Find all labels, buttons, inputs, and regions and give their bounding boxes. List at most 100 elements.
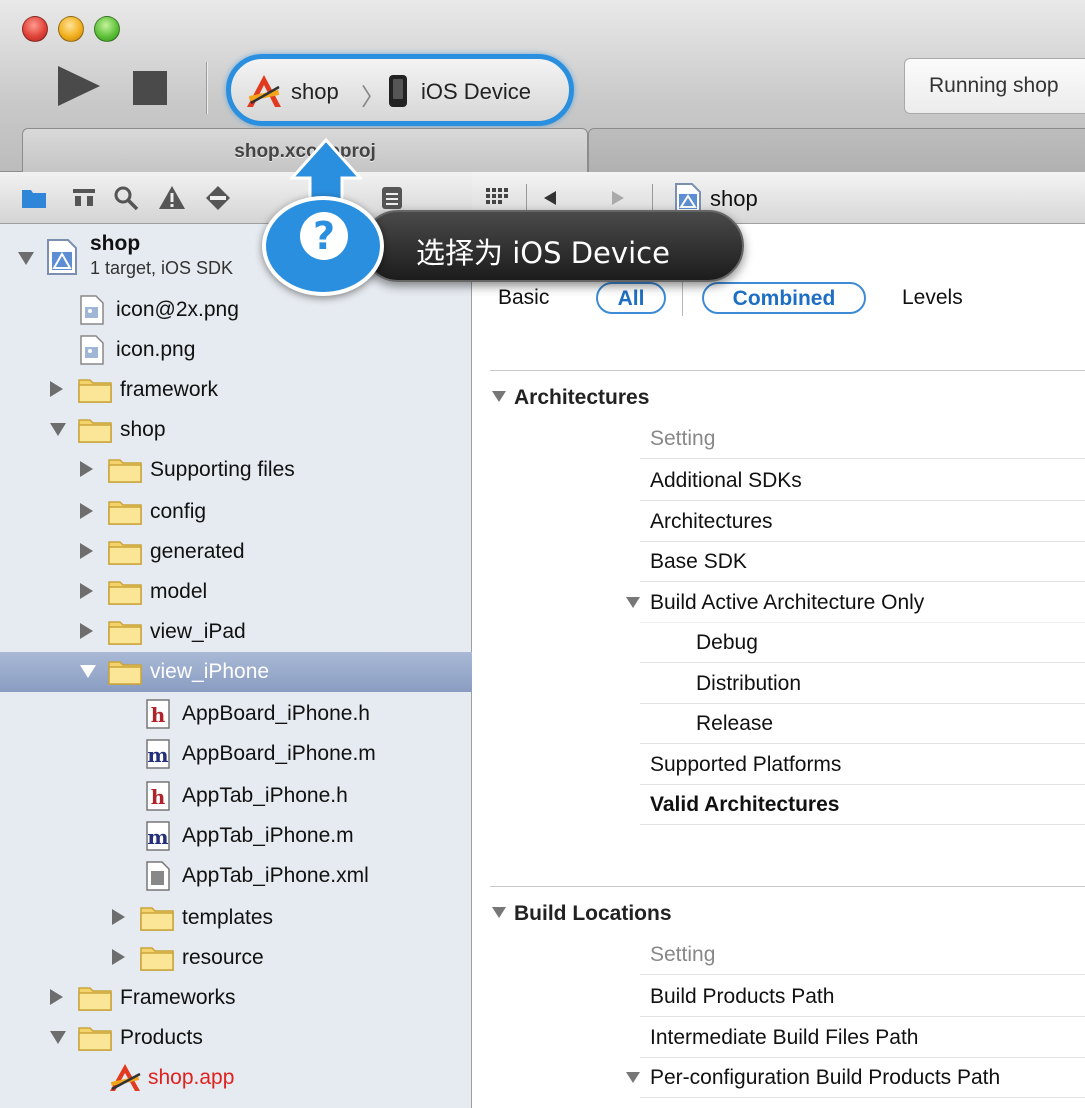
folder-navigator-icon[interactable] xyxy=(20,184,48,212)
iphone-device-icon xyxy=(389,75,407,107)
setting-row[interactable]: Base SDK xyxy=(640,541,1085,582)
tree-item[interactable]: AppTab_iPhone.xml xyxy=(0,856,472,896)
folder-icon xyxy=(108,459,142,483)
issue-navigator-icon[interactable] xyxy=(158,184,186,212)
setting-row[interactable]: Supported Platforms xyxy=(640,744,1085,785)
tree-item-label: view_iPhone xyxy=(150,660,270,683)
tree-item[interactable]: framework xyxy=(0,370,472,410)
disclosure-closed-icon[interactable] xyxy=(80,623,93,639)
setting-row[interactable]: Build Active Architecture Only xyxy=(626,582,1085,623)
jump-bar-separator xyxy=(526,184,527,212)
breakpoint-navigator-icon[interactable] xyxy=(204,184,232,212)
tree-item[interactable]: shop.app xyxy=(0,1058,472,1098)
disclosure-closed-icon[interactable] xyxy=(50,381,63,397)
disclosure-open-icon[interactable] xyxy=(626,1072,640,1083)
section-header[interactable]: Build Locations xyxy=(492,902,672,926)
jump-bar-project[interactable]: shop xyxy=(710,186,758,212)
forward-arrow-icon[interactable] xyxy=(612,191,624,205)
disclosure-closed-icon[interactable] xyxy=(50,989,63,1005)
scheme-selector[interactable]: shop 〉 iOS Device xyxy=(226,54,574,126)
filter-basic-button[interactable]: Basic xyxy=(498,282,549,314)
tree-item[interactable]: shop xyxy=(0,410,472,450)
filter-levels-button[interactable]: Levels xyxy=(902,282,963,314)
disclosure-open-icon[interactable] xyxy=(80,665,96,678)
setting-row[interactable]: Build Products Path xyxy=(640,976,1085,1017)
tree-item[interactable]: resource xyxy=(0,938,472,978)
tree-item[interactable]: icon@2x.png xyxy=(0,290,472,330)
tree-item[interactable]: generated xyxy=(0,532,472,572)
disclosure-closed-icon[interactable] xyxy=(80,543,93,559)
header-file-icon: h xyxy=(146,699,170,729)
section-header[interactable]: Architectures xyxy=(492,386,649,410)
setting-row[interactable]: Distribution xyxy=(640,663,1085,704)
app-product-icon xyxy=(110,1064,141,1091)
disclosure-open-icon[interactable] xyxy=(492,907,506,918)
disclosure-closed-icon[interactable] xyxy=(80,583,93,599)
tree-item[interactable]: m AppBoard_iPhone.m xyxy=(0,734,472,774)
filter-combined-button[interactable]: Combined xyxy=(702,282,866,314)
tree-item[interactable]: h AppTab_iPhone.h xyxy=(0,776,472,816)
related-items-icon[interactable] xyxy=(486,188,508,204)
disclosure-closed-icon[interactable] xyxy=(112,909,125,925)
tree-item-label: Products xyxy=(120,1026,203,1049)
tree-item[interactable]: templates xyxy=(0,898,472,938)
search-icon[interactable] xyxy=(112,184,140,212)
setting-row[interactable]: Intermediate Build Files Path xyxy=(640,1017,1085,1058)
section-title: Build Locations xyxy=(514,902,672,925)
build-settings-editor: shop Basic All Combined Levels Architect… xyxy=(472,172,1085,1108)
setting-row[interactable]: Valid Architectures xyxy=(640,784,1085,825)
help-callout: 选择为 iOS Device xyxy=(362,210,744,282)
disclosure-open-icon[interactable] xyxy=(18,252,34,265)
setting-row[interactable]: Debug xyxy=(640,622,1085,663)
tab-bar: shop.xcodeproj xyxy=(0,122,1085,174)
disclosure-closed-icon[interactable] xyxy=(80,461,93,477)
tree-item[interactable]: Products xyxy=(0,1018,472,1058)
setting-row[interactable]: Additional SDKs xyxy=(640,460,1085,501)
setting-name: Per-configuration Build Products Path xyxy=(650,1066,1001,1089)
symbol-navigator-icon[interactable] xyxy=(70,184,98,212)
folder-icon xyxy=(78,379,112,403)
tree-item-label: resource xyxy=(182,946,264,969)
disclosure-closed-icon[interactable] xyxy=(112,949,125,965)
project-subtitle: 1 target, iOS SDK xyxy=(90,258,234,278)
log-navigator-icon[interactable] xyxy=(378,184,406,212)
disclosure-open-icon[interactable] xyxy=(626,596,640,608)
stop-button[interactable] xyxy=(130,68,170,108)
tree-item[interactable]: icon.png xyxy=(0,330,472,370)
tree-item[interactable]: view_iPhone xyxy=(0,652,472,692)
tree-item[interactable]: view_iPad xyxy=(0,612,472,652)
minimize-window-button[interactable] xyxy=(58,16,84,42)
run-button[interactable] xyxy=(52,64,104,108)
setting-row[interactable]: Architectures xyxy=(640,501,1085,542)
folder-icon xyxy=(108,541,142,565)
toolbar-separator xyxy=(206,62,207,114)
tree-item-label: AppTab_iPhone.xml xyxy=(182,864,369,887)
zoom-window-button[interactable] xyxy=(94,16,120,42)
tree-item[interactable]: model xyxy=(0,572,472,612)
tree-item[interactable]: m AppTab_iPhone.m xyxy=(0,816,472,856)
tree-item[interactable]: Supporting files xyxy=(0,450,472,490)
document-file-icon xyxy=(146,861,170,891)
disclosure-open-icon[interactable] xyxy=(50,1031,66,1044)
setting-row[interactable]: Release xyxy=(640,703,1085,744)
setting-row[interactable]: Per-configuration Build Products Path xyxy=(626,1057,1085,1098)
folder-icon xyxy=(78,987,112,1011)
disclosure-open-icon[interactable] xyxy=(50,423,66,436)
tree-item[interactable]: h AppBoard_iPhone.h xyxy=(0,694,472,734)
image-file-icon xyxy=(80,295,104,325)
tab-empty[interactable] xyxy=(588,128,1085,174)
setting-name: Supported Platforms xyxy=(650,752,842,776)
tree-item-label: AppTab_iPhone.h xyxy=(182,784,348,807)
back-arrow-icon[interactable] xyxy=(544,191,556,205)
activity-viewer: Running shop xyxy=(904,58,1085,114)
header-file-icon: h xyxy=(146,781,170,811)
section-title: Architectures xyxy=(514,386,650,409)
tree-item[interactable]: config xyxy=(0,492,472,532)
disclosure-open-icon[interactable] xyxy=(492,391,506,402)
close-window-button[interactable] xyxy=(22,16,48,42)
setting-name: Release xyxy=(696,712,774,735)
disclosure-closed-icon[interactable] xyxy=(80,503,93,519)
filter-all-button[interactable]: All xyxy=(596,282,666,314)
setting-name: Distribution xyxy=(696,671,802,695)
tree-item[interactable]: Frameworks xyxy=(0,978,472,1018)
